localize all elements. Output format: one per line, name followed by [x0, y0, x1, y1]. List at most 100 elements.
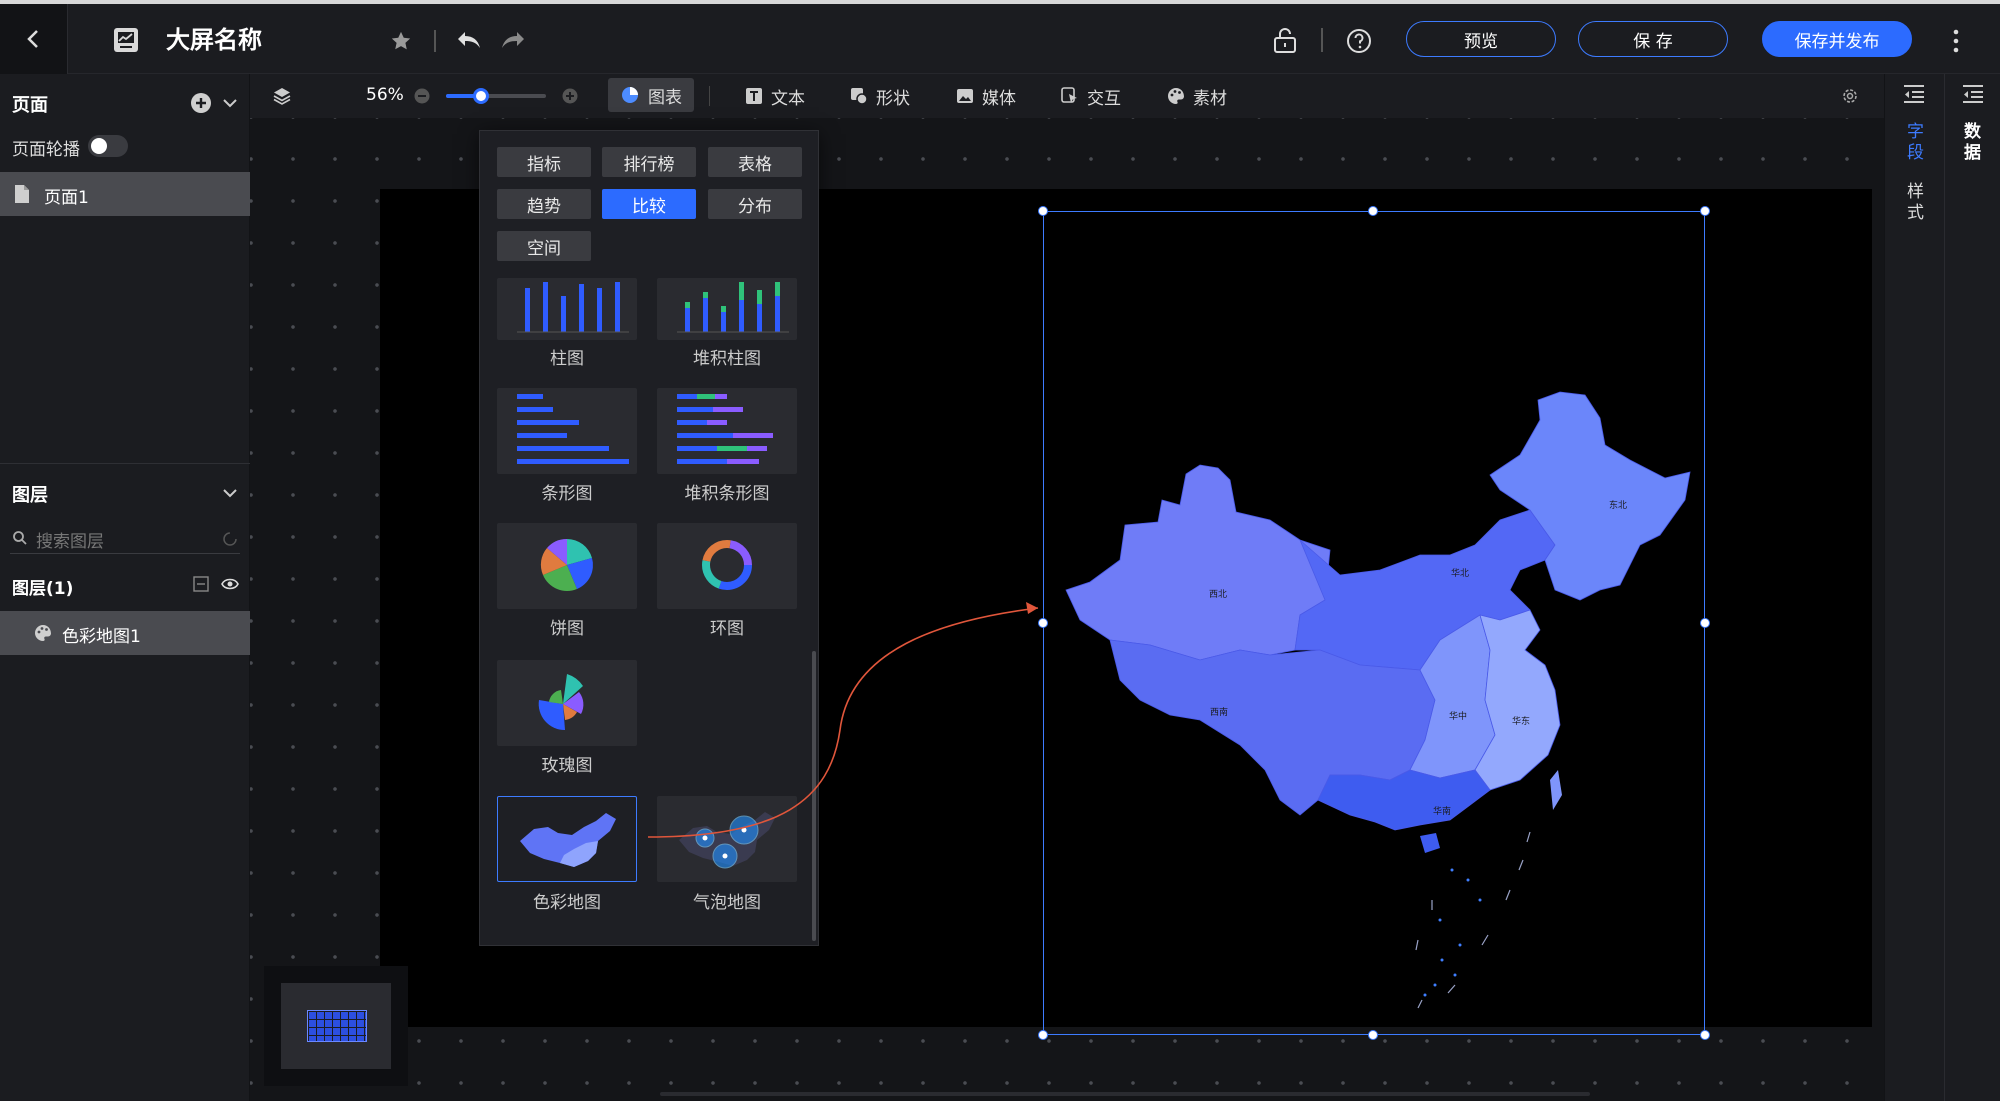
minimap[interactable]: [264, 966, 408, 1086]
chart-thumb-stacked-horizontal-bar[interactable]: [657, 388, 797, 474]
chevron-down-icon[interactable]: [222, 96, 238, 110]
chart-label: 气泡地图: [693, 893, 761, 913]
chart-label: 色彩地图: [533, 893, 601, 913]
more-icon[interactable]: [1950, 28, 1962, 54]
chart-thumb-stacked-bar[interactable]: [657, 278, 797, 340]
chart-label: 柱图: [550, 349, 584, 369]
chevron-down-icon[interactable]: [222, 486, 238, 500]
star-icon[interactable]: [390, 30, 412, 52]
tab-data[interactable]: 数 据: [1964, 122, 1981, 164]
toolbar-shape-button[interactable]: 形状: [850, 74, 910, 118]
category-tab[interactable]: 排行榜: [602, 147, 696, 177]
zoom-slider[interactable]: [446, 88, 546, 104]
undo-icon[interactable]: [456, 28, 482, 52]
toolbar-item-label: 形状: [876, 88, 910, 109]
toolbar-item-label: 媒体: [982, 88, 1016, 109]
category-tab[interactable]: 趋势: [497, 189, 591, 219]
search-placeholder: 搜索图层: [36, 532, 104, 552]
add-page-icon[interactable]: [190, 92, 212, 114]
text-icon: [746, 88, 762, 104]
category-tab-active[interactable]: 比较: [602, 189, 696, 219]
screen-title[interactable]: 大屏名称: [166, 22, 262, 58]
resize-handle[interactable]: [1700, 206, 1710, 216]
chart-thumb-bar[interactable]: [497, 278, 637, 340]
resize-handle[interactable]: [1700, 618, 1710, 628]
resize-handle[interactable]: [1038, 206, 1048, 216]
toolbar-item-label: 交互: [1087, 88, 1121, 109]
chart-thumb-horizontal-bar[interactable]: [497, 388, 637, 474]
carousel-label: 页面轮播: [12, 140, 80, 160]
layer-item[interactable]: 色彩地图1: [0, 611, 250, 655]
toolbar-material-button[interactable]: 素材: [1167, 74, 1227, 118]
minimap-stage-icon: [307, 1010, 367, 1042]
page-item[interactable]: 页面1: [0, 172, 250, 216]
tab-data-char: 数: [1964, 122, 1981, 142]
category-tab[interactable]: 指标: [497, 147, 591, 177]
preview-button[interactable]: 预览: [1406, 21, 1556, 57]
toolbar-interaction-button[interactable]: 交互: [1061, 74, 1121, 118]
collapse-icon[interactable]: [193, 576, 209, 592]
category-tab[interactable]: 表格: [708, 147, 802, 177]
palette-icon: [34, 624, 52, 642]
shape-icon: [851, 88, 868, 105]
chart-thumb-rose[interactable]: [497, 660, 637, 746]
selection-box[interactable]: [1043, 211, 1705, 1035]
carousel-toggle[interactable]: [88, 135, 128, 157]
chart-thumb-color-map-selected[interactable]: [497, 796, 637, 882]
divider: [709, 86, 710, 106]
layers-icon[interactable]: [272, 86, 292, 106]
toolbar-chart-button[interactable]: 图表: [608, 78, 694, 112]
settings-icon[interactable]: [1841, 87, 1859, 105]
pie-chart-icon: [622, 87, 638, 103]
toolbar-item-label: 文本: [771, 88, 805, 109]
zoom-in-icon[interactable]: [562, 88, 578, 104]
back-button[interactable]: [0, 4, 68, 74]
chart-label: 玫瑰图: [541, 756, 593, 776]
resize-handle[interactable]: [1368, 206, 1378, 216]
toolbar-text-button[interactable]: 文本: [745, 74, 805, 118]
rose-chart-icon: [538, 674, 584, 731]
tab-fields[interactable]: 字 段: [1907, 122, 1924, 164]
list-collapse-icon[interactable]: [1903, 84, 1925, 104]
eye-icon[interactable]: [221, 576, 239, 592]
zoom-value: 56%: [366, 85, 404, 105]
zoom-slider-handle[interactable]: [473, 88, 489, 104]
chart-thumb-pie[interactable]: [497, 523, 637, 609]
interaction-icon: [1061, 87, 1077, 103]
category-tab[interactable]: 分布: [708, 189, 802, 219]
toolbar-media-button[interactable]: 媒体: [956, 74, 1016, 118]
toggle-knob: [91, 138, 107, 154]
pages-title: 页面: [12, 95, 48, 116]
resize-handle[interactable]: [1038, 1030, 1048, 1040]
header-bar: 大屏名称 预览 保 存 保存并发布: [0, 0, 2000, 74]
image-icon: [957, 89, 973, 103]
tab-data-char: 据: [1964, 143, 1981, 163]
page-item-label: 页面1: [44, 188, 89, 208]
redo-icon[interactable]: [500, 28, 526, 52]
dashboard-icon: [112, 26, 140, 54]
help-icon[interactable]: [1346, 28, 1372, 54]
layer-search-input[interactable]: 搜索图层: [10, 524, 240, 554]
resize-handle[interactable]: [1700, 1030, 1710, 1040]
tab-style-char: 式: [1907, 203, 1924, 223]
save-button[interactable]: 保 存: [1578, 21, 1728, 57]
zoom-out-icon[interactable]: [414, 88, 430, 104]
palette-icon: [1168, 88, 1184, 104]
right-tab-bar: 字 段 样 式: [1884, 74, 1944, 1101]
list-collapse-icon[interactable]: [1962, 84, 1984, 104]
tab-style[interactable]: 样 式: [1907, 182, 1924, 224]
resize-handle[interactable]: [1368, 1030, 1378, 1040]
tab-fields-char: 段: [1907, 143, 1924, 163]
tab-fields-char: 字: [1907, 122, 1924, 142]
lock-icon[interactable]: [1272, 26, 1298, 54]
layer-item-label: 色彩地图1: [62, 627, 141, 647]
category-tab[interactable]: 空间: [497, 231, 591, 261]
toolbar-item-label: 素材: [1193, 88, 1227, 109]
save-publish-button[interactable]: 保存并发布: [1762, 21, 1912, 57]
pie-chart-icon: [540, 538, 593, 591]
horizontal-scrollbar[interactable]: [660, 1092, 1590, 1096]
toolbar-item-label: 图表: [648, 87, 682, 108]
horizontal-bar-chart-icon: [517, 394, 629, 464]
divider: [0, 463, 250, 464]
chart-label: 饼图: [550, 619, 584, 639]
